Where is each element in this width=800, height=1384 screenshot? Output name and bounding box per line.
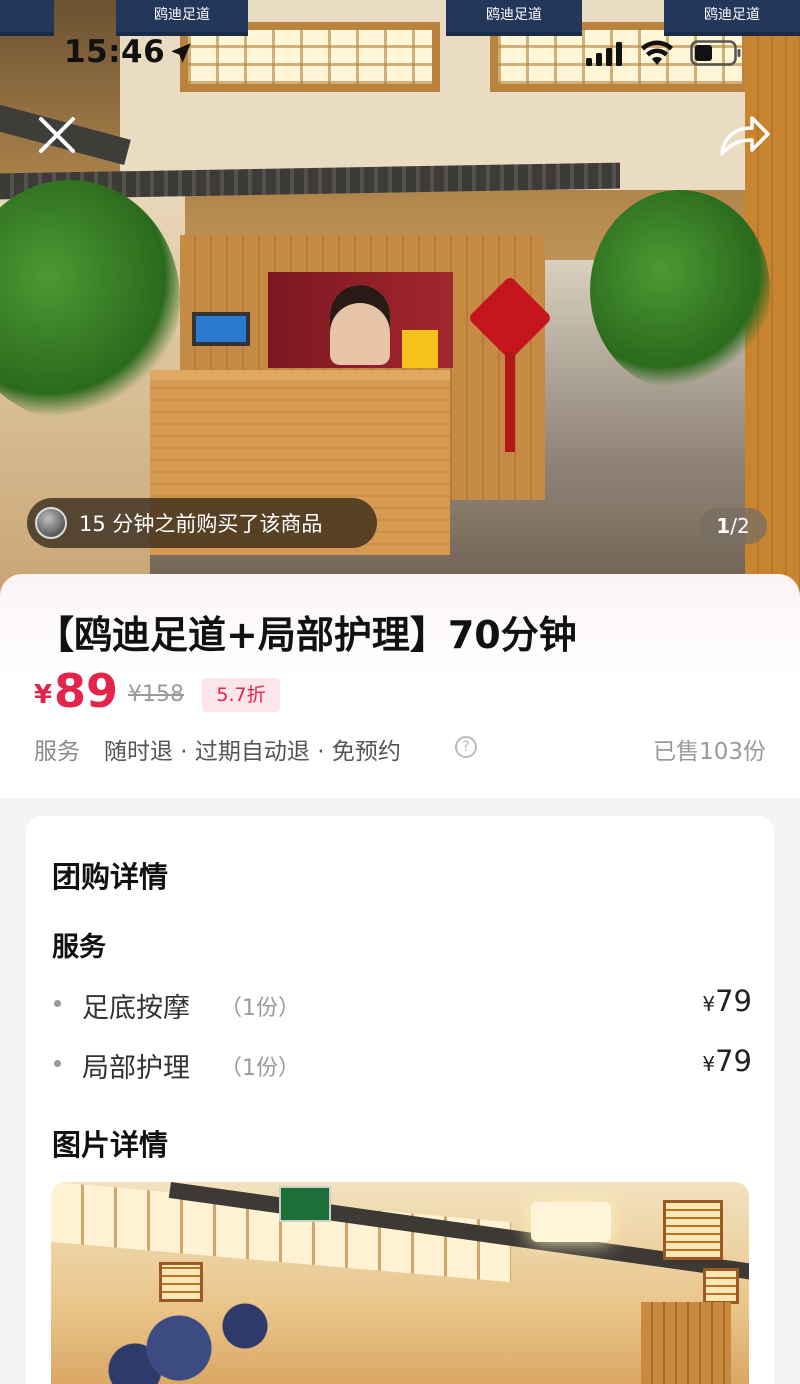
carousel-current-page: 1 [716,514,731,538]
hero-scene-banner: 鸥迪足道 [664,0,800,36]
service-item: 局部护理 （1份） ¥79 [52,1044,752,1084]
hero-scene-poster-figure [330,285,390,365]
status-time: 15:46 [64,34,166,70]
lantern [703,1268,739,1304]
service-label: 服务 [34,739,80,765]
group-deal-detail-heading: 团购详情 [52,860,169,894]
ceiling-lamp [531,1202,611,1242]
service-guarantee-row[interactable]: 服务 随时退 · 过期自动退 · 免预约 ? 已售103份 [34,730,766,766]
chinese-knot-tassel [505,352,515,452]
original-price: ¥158 [128,682,184,707]
wooden-door [641,1302,731,1384]
service-item-price: ¥79 [702,984,752,1018]
wave-mural [91,1282,311,1384]
product-detail-page: 鸥迪足道 鸥迪足道 鸥迪足道 15:46 15 分钟之前购买了该商品 1/2 【… [0,0,800,1384]
lantern [663,1200,723,1260]
carousel-total-pages: /2 [730,514,750,538]
close-icon[interactable] [36,114,78,156]
service-item-price: ¥79 [702,1044,752,1078]
price-currency: ¥ [34,680,53,710]
recent-purchase-toast: 15 分钟之前购买了该商品 [27,498,377,548]
buyer-avatar [35,507,67,539]
discount-badge: 5.7折 [202,678,280,712]
location-arrow-icon [171,43,191,63]
wifi-icon [641,40,673,65]
cellular-signal-icon [586,42,622,66]
carousel-page-indicator: 1/2 [699,508,767,544]
service-item-quantity: （1份） [220,996,300,1021]
hero-scene-plant [590,190,770,390]
exit-sign [279,1186,331,1222]
hero-scene-monitor [192,312,250,346]
service-section-heading: 服务 [52,932,106,963]
battery-icon [690,40,741,66]
service-item-quantity: （1份） [220,1056,300,1081]
hero-scene-banner: 鸥迪足道 [116,0,248,36]
photo-detail-heading: 图片详情 [52,1128,169,1162]
current-price: 89 [54,664,119,718]
help-icon[interactable]: ? [455,736,477,758]
bullet-dot [54,1060,61,1067]
detail-photo[interactable] [51,1182,749,1384]
hero-scene-box [402,330,438,368]
price-row: ¥ 89 ¥158 5.7折 [34,664,734,718]
share-icon[interactable] [716,110,774,160]
product-title: 【鸥迪足道+局部护理】70分钟 [36,613,577,657]
service-item-name: 足底按摩 [82,993,190,1024]
service-item: 足底按摩 （1份） ¥79 [52,984,752,1024]
service-item-name: 局部护理 [82,1053,190,1084]
sold-count: 已售103份 [653,739,766,765]
recent-purchase-text: 15 分钟之前购买了该商品 [79,512,323,536]
bullet-dot [54,1000,61,1007]
service-terms: 随时退 · 过期自动退 · 免预约 [104,739,401,765]
hero-scene-banner [0,0,54,36]
hero-scene-banner: 鸥迪足道 [446,0,582,36]
